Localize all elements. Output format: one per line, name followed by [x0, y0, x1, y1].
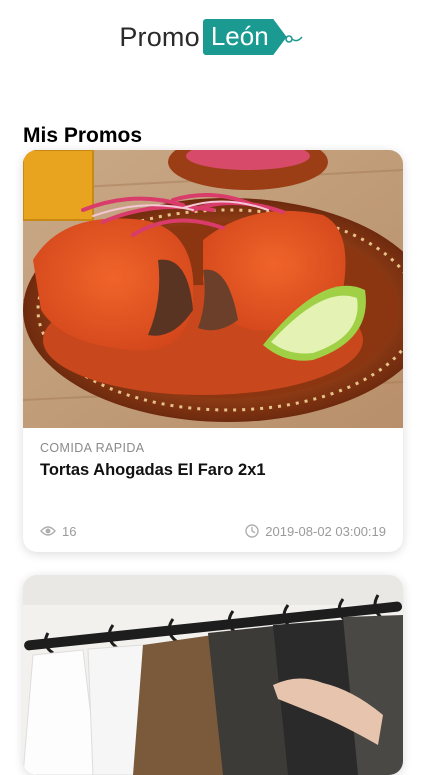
promo-card[interactable]	[23, 575, 403, 775]
views-count: 16	[62, 523, 77, 539]
logo-tag-leon: León	[202, 19, 287, 55]
eye-icon	[40, 525, 56, 537]
tag-string-icon	[284, 27, 303, 47]
promo-datetime: 2019-08-02 03:00:19	[265, 523, 386, 539]
logo-text-promo: Promo	[119, 21, 200, 52]
logo-tag-text: León	[210, 21, 269, 51]
app-logo: Promo León	[0, 14, 422, 60]
promo-image	[23, 150, 403, 428]
promo-card[interactable]: COMIDA RAPIDA Tortas Ahogadas El Faro 2x…	[23, 150, 403, 552]
clock-icon	[245, 524, 259, 538]
promo-category: COMIDA RAPIDA	[40, 441, 145, 455]
promo-image	[23, 575, 403, 775]
promo-title[interactable]: Tortas Ahogadas El Faro 2x1	[40, 461, 266, 480]
section-title: Mis Promos	[23, 124, 143, 147]
